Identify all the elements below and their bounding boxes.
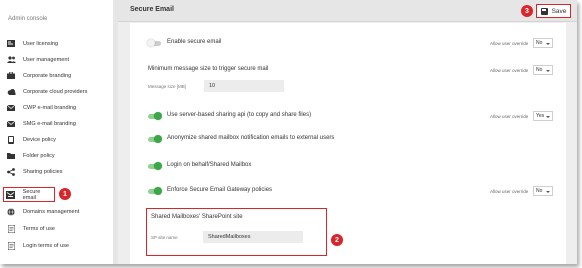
app-window: Admin console User licensing User manage…	[0, 0, 577, 264]
sidebar-item-label: CWP e-mail branding	[23, 104, 77, 111]
allow-user-override-label: Allow user override	[490, 189, 529, 194]
sidebar-item-label: User licensing	[23, 40, 59, 47]
sidebar-item-user-management[interactable]: User management	[4, 52, 108, 67]
sidebar-item-label: Corporate branding	[23, 72, 72, 79]
settings-panel: Enable secure email Allow user override …	[130, 23, 566, 264]
chevron-down-icon	[546, 190, 550, 193]
sharepoint-site-section: Shared Mailboxes' SharePoint site SP sit…	[146, 208, 327, 256]
select-value: No	[536, 67, 543, 73]
toggle-knob	[147, 39, 155, 47]
users-icon	[6, 55, 16, 65]
sidebar-item-secure-email[interactable]: Secure email	[3, 187, 55, 202]
sidebar-item-corporate-branding[interactable]: Corporate branding	[4, 68, 108, 83]
select-value: No	[536, 40, 543, 46]
select-value: Yes	[536, 113, 545, 119]
sidebar-item-device-policy[interactable]: Device policy	[4, 132, 108, 147]
select-value: No	[536, 188, 543, 194]
enforce-gateway-label: Enforce Secure Email Gateway policies	[167, 187, 273, 193]
enable-secure-email-toggle[interactable]	[147, 39, 161, 47]
server-sharing-label: Use server-based sharing api (to copy an…	[167, 112, 312, 118]
sidebar-item-smg-email-branding[interactable]: SMG e-mail branding	[4, 116, 108, 131]
sidebar-item-label: Folder policy	[23, 152, 55, 159]
sharepoint-section-title: Shared Mailboxes' SharePoint site	[151, 214, 243, 220]
id-card-icon	[6, 39, 16, 49]
envelope-icon	[6, 103, 16, 113]
sidebar-item-corporate-cloud-providers[interactable]: Corporate cloud providers	[4, 84, 108, 99]
enforce-gateway-toggle[interactable]	[148, 187, 162, 195]
sp-site-name-input[interactable]: SharedMailboxes	[203, 231, 303, 243]
sidebar-item-user-licensing[interactable]: User licensing	[4, 36, 108, 51]
sp-site-name-label: SP site name	[151, 235, 178, 240]
save-button[interactable]: Save	[536, 4, 571, 18]
enable-secure-email-override-select[interactable]: No	[533, 38, 553, 48]
folder-icon	[6, 151, 16, 161]
secure-envelope-icon	[6, 190, 16, 200]
enforce-gateway-override-select[interactable]: No	[533, 186, 553, 196]
allow-user-override-label: Allow user override	[490, 114, 529, 119]
sidebar-item-label: Login terms of use	[23, 242, 70, 249]
sidebar-item-cwp-email-branding[interactable]: CWP e-mail branding	[4, 100, 108, 115]
save-button-label: Save	[551, 7, 567, 15]
main-content: Secure Email 3 Save Enable secure email …	[118, 0, 577, 264]
server-sharing-toggle[interactable]	[148, 112, 162, 120]
sidebar-item-label: SMG e-mail branding	[23, 120, 76, 127]
message-size-input[interactable]: 10	[204, 80, 284, 92]
sidebar-item-label: Secure email	[22, 188, 41, 201]
sidebar-item-label: Device policy	[23, 136, 56, 143]
page-title: Secure Email	[130, 6, 174, 13]
briefcase-icon	[6, 71, 16, 81]
sidebar-title: Admin console	[8, 16, 48, 22]
login-behalf-label: Login on behalf/Shared Mailbox	[167, 162, 252, 168]
toggle-knob	[154, 187, 162, 195]
cloud-icon	[6, 87, 16, 97]
login-behalf-toggle[interactable]	[148, 162, 162, 170]
page-header: Secure Email 3 Save	[118, 0, 577, 22]
server-sharing-override-select[interactable]: Yes	[533, 111, 553, 121]
sidebar-item-folder-policy[interactable]: Folder policy	[4, 148, 108, 163]
sidebar-item-label: Terms of use	[23, 225, 56, 232]
document-icon	[6, 241, 16, 251]
min-size-override-select[interactable]: No	[533, 65, 553, 75]
sidebar-item-label: Domains management	[23, 208, 80, 215]
allow-user-override-label: Allow user override	[490, 41, 529, 46]
min-size-label: Minimum message size to trigger secure m…	[148, 66, 269, 72]
share-icon	[6, 167, 16, 177]
callout-badge-3: 3	[521, 5, 533, 17]
toggle-knob	[154, 112, 162, 120]
sidebar-item-label: Corporate cloud providers	[23, 88, 88, 95]
anonymize-label: Anonymize shared mailbox notification em…	[167, 135, 335, 141]
toggle-knob	[154, 162, 162, 170]
mobile-icon	[6, 135, 16, 145]
sidebar-item-domains-management[interactable]: Domains management	[4, 204, 108, 219]
callout-badge-2: 2	[331, 234, 343, 246]
enable-secure-email-label: Enable secure email	[167, 39, 222, 45]
sidebar: Admin console User licensing User manage…	[0, 0, 112, 264]
callout-badge-1: 1	[59, 188, 71, 200]
floppy-disk-icon	[540, 7, 548, 15]
envelope-icon	[6, 119, 16, 129]
sidebar-item-login-terms-of-use[interactable]: Login terms of use	[4, 238, 108, 253]
sidebar-item-label: Sharing policies	[23, 168, 63, 175]
sidebar-item-label: User management	[23, 56, 70, 63]
globe-icon	[6, 207, 16, 217]
allow-user-override-label: Allow user override	[490, 68, 529, 73]
anonymize-toggle[interactable]	[148, 135, 162, 143]
chevron-down-icon	[546, 115, 550, 118]
sidebar-item-terms-of-use[interactable]: Terms of use	[4, 221, 108, 236]
document-icon	[6, 224, 16, 234]
chevron-down-icon	[546, 69, 550, 72]
chevron-down-icon	[546, 42, 550, 45]
toggle-knob	[154, 135, 162, 143]
sidebar-item-sharing-policies[interactable]: Sharing policies	[4, 164, 108, 179]
message-size-field-label: Message size [MB]	[148, 84, 187, 89]
